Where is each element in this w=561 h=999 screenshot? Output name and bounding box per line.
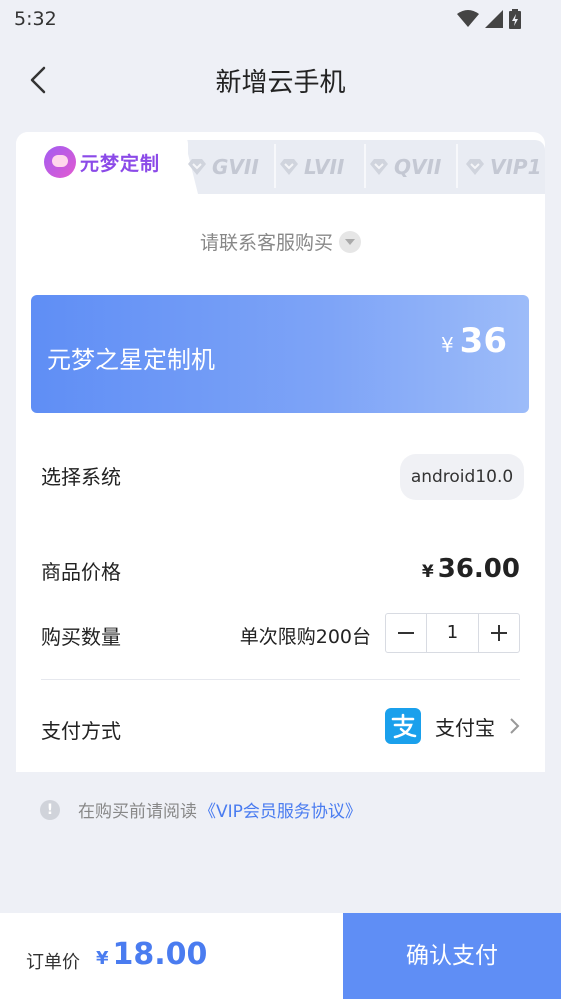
confirm-payment-button[interactable]: 确认支付 <box>343 913 561 999</box>
diamond-icon <box>188 159 206 175</box>
tab-vip1[interactable]: VIP1 <box>464 140 542 194</box>
yuanmeng-logo-icon <box>44 146 76 178</box>
contact-service-dropdown[interactable]: 请联系客服购买 <box>16 228 545 255</box>
alipay-glyph <box>391 713 417 739</box>
tab-gvii[interactable]: GVII <box>186 140 259 194</box>
agreement-link[interactable]: 《VIP会员服务协议》 <box>199 797 362 822</box>
chevron-down-icon <box>339 230 361 253</box>
nav-bar: 新增云手机 <box>0 52 561 108</box>
signal-icon <box>485 10 503 28</box>
tab-vip1-label: VIP1 <box>490 155 542 179</box>
status-time: 5:32 <box>14 8 57 30</box>
price-label: 商品价格 <box>41 560 121 584</box>
tab-qvii-label: QVII <box>394 155 442 179</box>
purchase-card: 元梦定制 GVII LVII QVII VIP1 请联系客服购买 元梦之星定制机… <box>16 132 545 772</box>
divider <box>41 679 520 680</box>
diamond-icon <box>370 159 388 175</box>
tab-yuanmeng-label: 元梦定制 <box>80 153 161 175</box>
tab-divider <box>364 144 366 188</box>
agreement-notice: 在购买前请阅读 《VIP会员服务协议》 <box>40 797 362 822</box>
wifi-icon <box>457 10 479 27</box>
product-name: 元梦之星定制机 <box>47 346 215 374</box>
diamond-icon <box>466 159 484 175</box>
status-icons <box>457 9 521 29</box>
tier-tabs: 元梦定制 GVII LVII QVII VIP1 <box>16 132 545 194</box>
price-amount: 36.00 <box>437 554 520 584</box>
order-price-label: 订单价 <box>26 952 80 973</box>
order-price: ¥18.00 <box>96 937 207 972</box>
alipay-icon <box>385 708 421 744</box>
product-price: ¥36 <box>441 321 507 361</box>
payment-label: 支付方式 <box>41 719 121 743</box>
minus-icon <box>398 632 414 634</box>
tab-divider <box>274 144 276 188</box>
diamond-icon <box>280 159 298 175</box>
page-title: 新增云手机 <box>215 68 346 98</box>
tab-lvii-label: LVII <box>304 155 345 179</box>
tab-qvii[interactable]: QVII <box>368 140 441 194</box>
quantity-limit-text: 单次限购200台 <box>239 626 371 648</box>
tab-yuanmeng[interactable]: 元梦定制 <box>16 132 188 194</box>
system-select[interactable]: android10.0 <box>400 454 524 500</box>
increment-button[interactable] <box>479 614 519 652</box>
product-price-amount: 36 <box>459 321 507 361</box>
plus-icon <box>491 625 507 641</box>
quantity-input[interactable]: 1 <box>426 614 479 652</box>
payment-method-selector[interactable]: 支付宝 <box>385 708 521 744</box>
tab-gvii-label: GVII <box>212 155 259 179</box>
tab-divider <box>456 144 458 188</box>
contact-service-label: 请联系客服购买 <box>199 232 333 254</box>
status-bar: 5:32 <box>0 0 561 40</box>
quantity-stepper: 1 <box>385 613 520 653</box>
info-icon <box>40 799 60 820</box>
bottom-bar: 订单价 ¥18.00 确认支付 <box>0 913 561 999</box>
product-banner: 元梦之星定制机 ¥36 <box>31 295 529 413</box>
system-label: 选择系统 <box>41 465 121 489</box>
tab-lvii[interactable]: LVII <box>278 140 344 194</box>
price-value: ¥36.00 <box>422 554 520 584</box>
price-currency: ¥ <box>421 562 434 582</box>
order-price-amount: 18.00 <box>112 937 208 972</box>
chevron-right-icon <box>510 718 520 734</box>
quantity-label: 购买数量 <box>41 625 121 649</box>
payment-method-name: 支付宝 <box>435 715 495 740</box>
battery-icon <box>509 9 521 29</box>
agreement-prefix: 在购买前请阅读 <box>78 802 197 822</box>
product-price-currency: ¥ <box>440 333 454 357</box>
decrement-button[interactable] <box>386 614 426 652</box>
order-price-currency: ¥ <box>96 948 109 969</box>
